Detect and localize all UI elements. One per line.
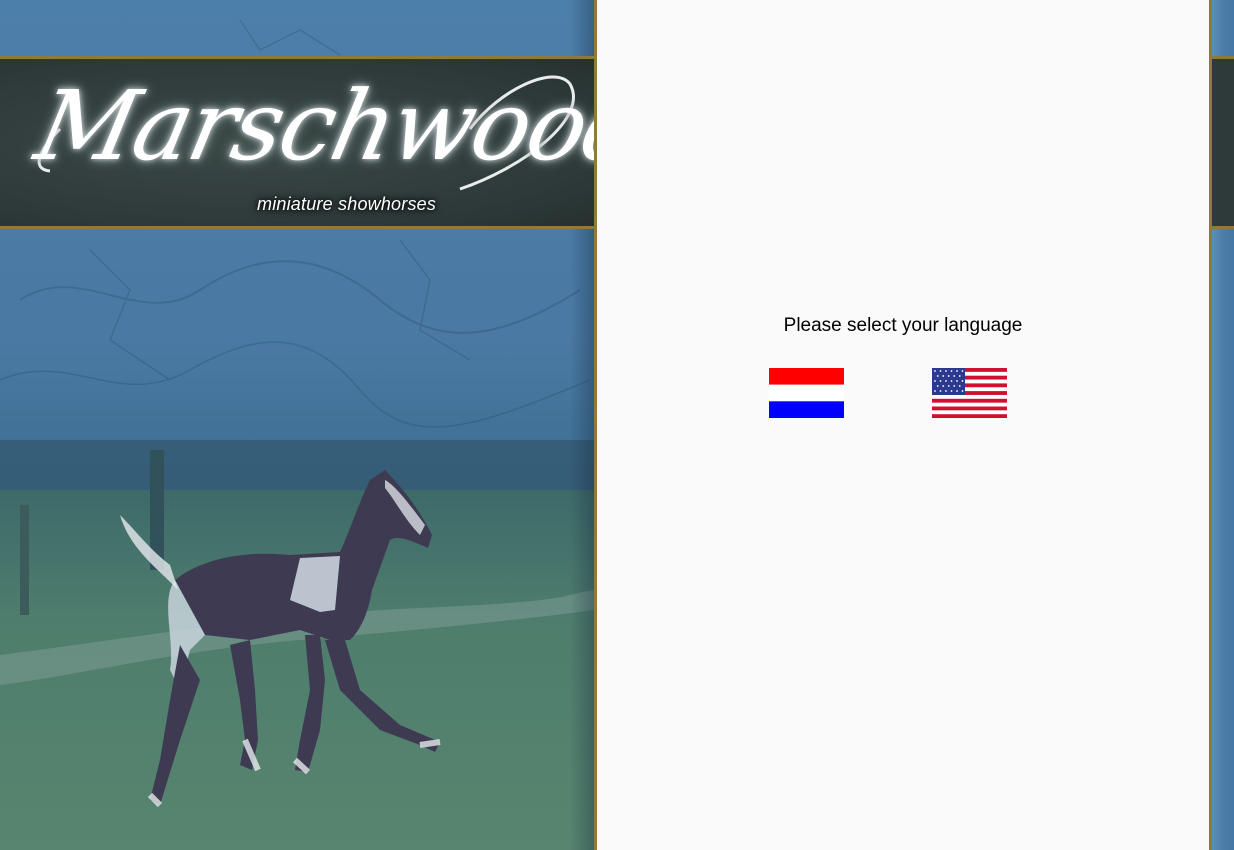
dutch-language-link[interactable]	[769, 368, 844, 418]
right-banner-bottom-border	[1212, 226, 1234, 229]
horse-photo	[0, 440, 594, 850]
site-logo[interactable]: Marschwood	[11, 70, 656, 258]
right-banner-strip	[1212, 59, 1234, 226]
site-subtitle: miniature showhorses	[257, 194, 437, 214]
language-prompt: Please select your language	[783, 315, 1023, 336]
english-language-link[interactable]	[932, 368, 1007, 418]
usa-flag-icon	[932, 368, 1007, 418]
language-panel: Please select your language	[594, 0, 1212, 850]
netherlands-flag-icon	[769, 368, 844, 418]
